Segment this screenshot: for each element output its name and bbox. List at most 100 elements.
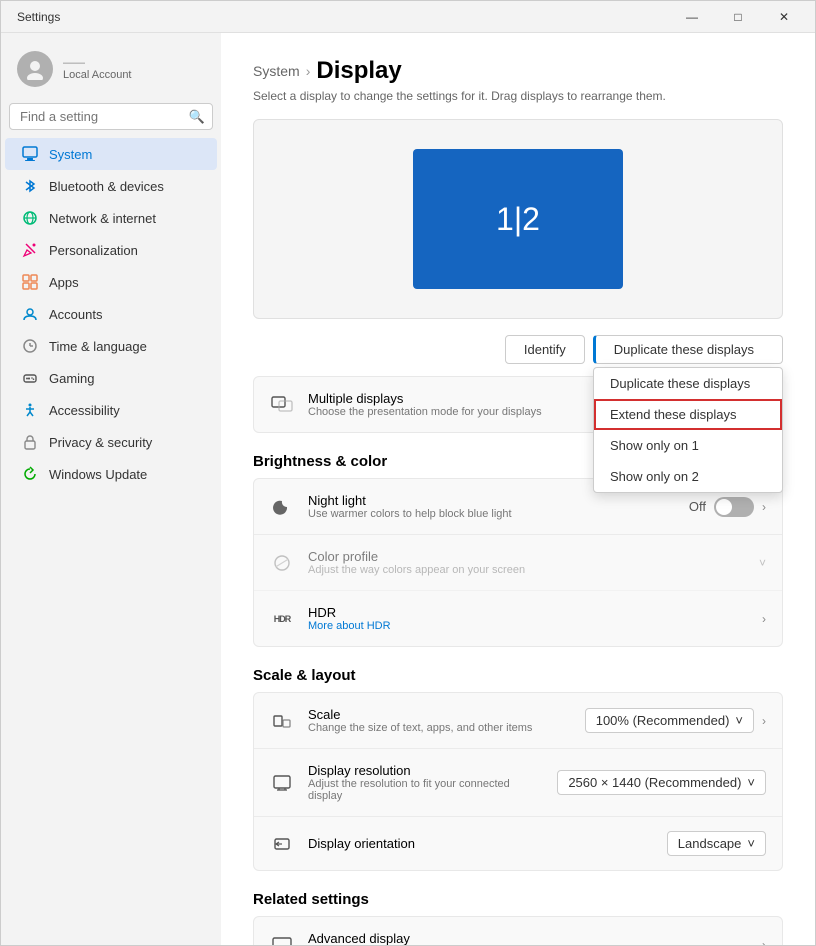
display-orientation-text: Display orientation: [308, 836, 653, 851]
night-light-off-label: Off: [689, 499, 706, 514]
display-orientation-label: Display orientation: [308, 836, 653, 851]
advanced-display-chevron: ›: [762, 938, 766, 946]
sidebar-item-label-personalization: Personalization: [49, 243, 138, 258]
minimize-button[interactable]: —: [669, 1, 715, 33]
close-button[interactable]: ✕: [761, 1, 807, 33]
sidebar-item-personalization[interactable]: Personalization: [5, 234, 217, 266]
scale-text: Scale Change the size of text, apps, and…: [308, 707, 571, 734]
apps-icon: [21, 273, 39, 291]
night-light-toggle[interactable]: [714, 497, 754, 517]
sidebar-item-system[interactable]: System: [5, 138, 217, 170]
sidebar-item-gaming[interactable]: Gaming: [5, 362, 217, 394]
sidebar-item-label-update: Windows Update: [49, 467, 147, 482]
orientation-chevron-down: ˅: [747, 836, 755, 851]
scale-card: Scale Change the size of text, apps, and…: [253, 692, 783, 871]
sidebar-item-time[interactable]: Time & language: [5, 330, 217, 362]
breadcrumb-parent: System: [253, 63, 300, 79]
display-monitor[interactable]: 1|2: [413, 149, 623, 289]
night-light-sublabel: Use warmer colors to help block blue lig…: [308, 508, 675, 520]
display-orientation-row[interactable]: Display orientation Landscape ˅: [254, 817, 782, 870]
dropdown-item-duplicate[interactable]: Duplicate these displays: [594, 368, 782, 399]
monitor-label: 1|2: [496, 201, 540, 238]
display-resolution-label: Display resolution: [308, 763, 543, 778]
scale-right: 100% (Recommended) ˅ ›: [585, 708, 766, 733]
dropdown-item-extend[interactable]: Extend these displays: [594, 399, 782, 430]
duplicate-button[interactable]: Duplicate these displays: [593, 335, 783, 364]
time-icon: [21, 337, 39, 355]
search-icon: 🔍: [189, 109, 205, 125]
resolution-chevron-down: ˅: [747, 775, 755, 790]
settings-window: Settings — □ ✕ —— Local Account 🔍: [0, 0, 816, 946]
scale-row[interactable]: Scale Change the size of text, apps, and…: [254, 693, 782, 749]
user-name: ——: [63, 57, 132, 69]
toggle-thumb: [716, 499, 732, 515]
page-title: Display: [316, 57, 401, 85]
sidebar-item-network[interactable]: Network & internet: [5, 202, 217, 234]
display-mode-dropdown: Duplicate these displays Extend these di…: [593, 367, 783, 493]
update-icon: [21, 465, 39, 483]
sidebar-item-label-bluetooth: Bluetooth & devices: [49, 179, 164, 194]
advanced-display-row[interactable]: Advanced display Display information, re…: [254, 917, 782, 945]
sidebar-item-accounts[interactable]: Accounts: [5, 298, 217, 330]
orientation-value: Landscape: [678, 836, 742, 851]
maximize-button[interactable]: □: [715, 1, 761, 33]
advanced-display-text: Advanced display Display information, re…: [308, 931, 748, 945]
sidebar-item-update[interactable]: Windows Update: [5, 458, 217, 490]
display-resolution-right: 2560 × 1440 (Recommended) ˅: [557, 770, 766, 795]
hdr-right: ›: [762, 612, 766, 626]
sidebar-item-label-time: Time & language: [49, 339, 147, 354]
resolution-value: 2560 × 1440 (Recommended): [568, 775, 741, 790]
user-section: —— Local Account: [1, 41, 221, 103]
color-profile-row[interactable]: Color profile Adjust the way colors appe…: [254, 535, 782, 591]
advanced-display-icon: [270, 933, 294, 946]
scale-sublabel: Change the size of text, apps, and other…: [308, 722, 571, 734]
display-resolution-icon: [270, 771, 294, 795]
search-input[interactable]: [9, 103, 213, 130]
sidebar-item-label-network: Network & internet: [49, 211, 156, 226]
bluetooth-icon: [21, 177, 39, 195]
identify-button[interactable]: Identify: [505, 335, 585, 364]
orientation-select[interactable]: Landscape ˅: [667, 831, 766, 856]
dropdown-item-only1[interactable]: Show only on 1: [594, 430, 782, 461]
sidebar: —— Local Account 🔍 System Bluetooth &: [1, 33, 221, 945]
title-bar: Settings — □ ✕: [1, 1, 815, 33]
window-controls: — □ ✕: [669, 1, 807, 33]
sidebar-item-accessibility[interactable]: Accessibility: [5, 394, 217, 426]
personalization-icon: [21, 241, 39, 259]
color-profile-icon: [270, 551, 294, 575]
accounts-icon: [21, 305, 39, 323]
main-content: System › Display Select a display to cha…: [221, 33, 815, 945]
user-label: Local Account: [63, 69, 132, 81]
dropdown-item-only2[interactable]: Show only on 2: [594, 461, 782, 492]
brightness-card: Night light Use warmer colors to help bl…: [253, 478, 783, 647]
night-light-chevron: ›: [762, 500, 766, 514]
window-title: Settings: [17, 10, 60, 24]
hdr-chevron: ›: [762, 612, 766, 626]
scale-icon: [270, 709, 294, 733]
resolution-select[interactable]: 2560 × 1440 (Recommended) ˅: [557, 770, 766, 795]
accessibility-icon: [21, 401, 39, 419]
sidebar-item-bluetooth[interactable]: Bluetooth & devices: [5, 170, 217, 202]
scale-chevron-down: ˅: [735, 713, 743, 728]
search-box: 🔍: [9, 103, 213, 130]
hdr-row[interactable]: HDR HDR More about HDR ›: [254, 591, 782, 646]
display-resolution-sublabel: Adjust the resolution to fit your connec…: [308, 778, 543, 802]
scale-right-chevron: ›: [762, 714, 766, 728]
display-resolution-row[interactable]: Display resolution Adjust the resolution…: [254, 749, 782, 817]
duplicate-dropdown-container: Duplicate these displays Duplicate these…: [593, 335, 783, 364]
color-profile-chevron: ˅: [759, 556, 766, 570]
scale-section-title: Scale & layout: [253, 667, 783, 684]
scale-label: Scale: [308, 707, 571, 722]
controls-bar: Identify Duplicate these displays Duplic…: [253, 335, 783, 364]
night-light-right: Off ›: [689, 497, 766, 517]
sidebar-item-apps[interactable]: Apps: [5, 266, 217, 298]
gaming-icon: [21, 369, 39, 387]
sidebar-item-privacy[interactable]: Privacy & security: [5, 426, 217, 458]
sidebar-item-label-apps: Apps: [49, 275, 79, 290]
app-content: —— Local Account 🔍 System Bluetooth &: [1, 33, 815, 945]
advanced-display-label: Advanced display: [308, 931, 748, 945]
sidebar-item-label-accounts: Accounts: [49, 307, 102, 322]
hdr-link[interactable]: More about HDR: [308, 620, 391, 632]
scale-select[interactable]: 100% (Recommended) ˅: [585, 708, 754, 733]
sidebar-item-label-accessibility: Accessibility: [49, 403, 120, 418]
